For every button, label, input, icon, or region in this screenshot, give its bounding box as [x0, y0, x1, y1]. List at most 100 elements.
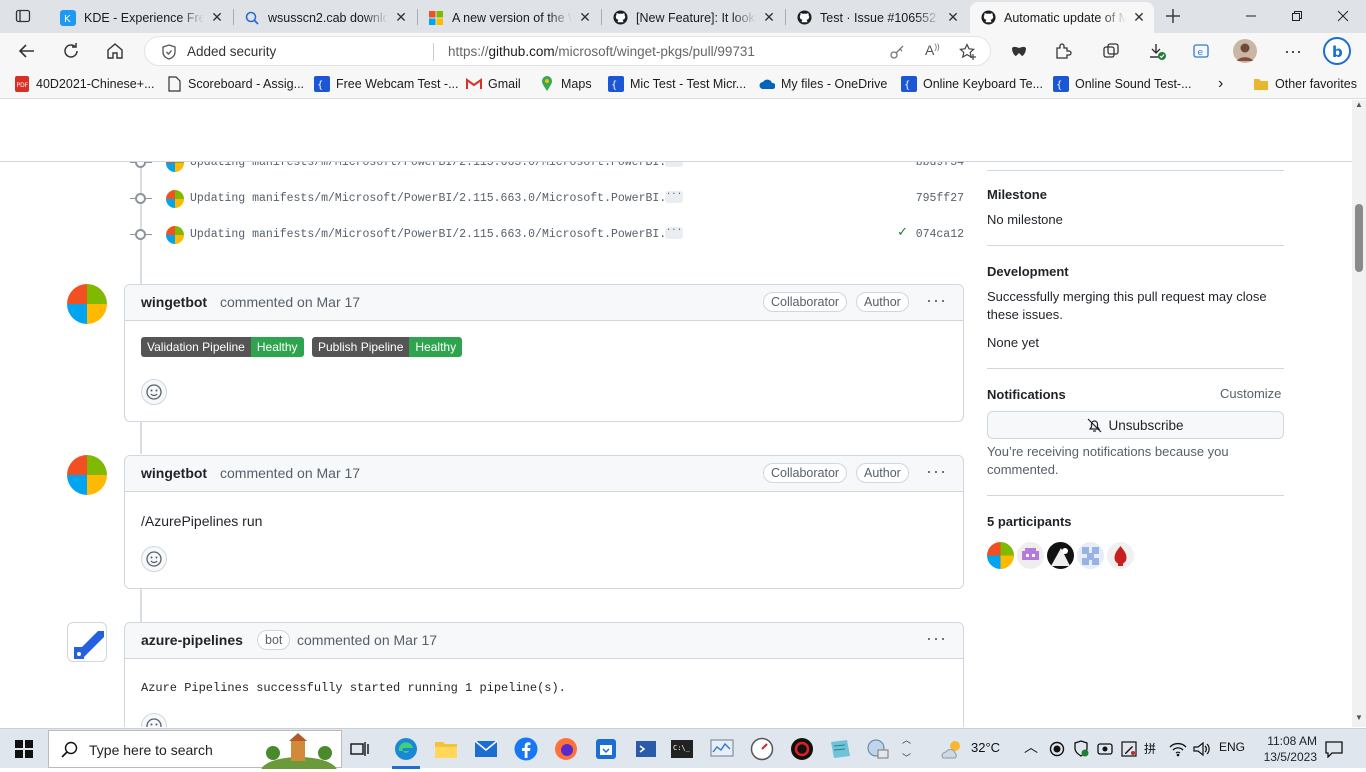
close-tab-icon[interactable]: ✕	[208, 9, 226, 26]
key-icon[interactable]	[889, 44, 905, 63]
bookmark-item[interactable]: My files - OneDrive	[759, 75, 887, 93]
security-label[interactable]: Added security	[187, 44, 276, 59]
wingetbot-avatar[interactable]	[67, 284, 107, 324]
downloads-icon[interactable]	[1142, 36, 1172, 66]
bookmark-item[interactable]: Gmail	[466, 75, 521, 93]
comment-author[interactable]: wingetbot	[141, 294, 207, 310]
participant-avatar[interactable]	[1077, 542, 1104, 569]
volume-icon[interactable]	[1193, 741, 1211, 760]
chevron-right-icon[interactable]: ›	[1218, 75, 1223, 93]
page-scrollbar[interactable]: ▲ ▼	[1352, 100, 1366, 727]
tab-windows-update[interactable]: A new version of the Windows Update ✕	[418, 2, 600, 33]
comment-timestamp[interactable]: commented on Mar 17	[297, 632, 437, 648]
notification-center-icon[interactable]	[1325, 740, 1343, 761]
bookmark-item[interactable]: {Online Keyboard Te...	[901, 75, 1043, 93]
comment-options-icon[interactable]: ···	[926, 629, 947, 647]
scroll-down-icon[interactable]: ▼	[1355, 713, 1363, 722]
back-icon[interactable]	[12, 36, 42, 66]
pen-settings-icon[interactable]	[1121, 741, 1137, 760]
comment-options-icon[interactable]: ···	[926, 291, 947, 309]
comment-author[interactable]: wingetbot	[141, 465, 207, 481]
bookmark-item[interactable]: PDF 40D2021-Chinese+...	[14, 75, 154, 93]
refresh-icon[interactable]	[56, 36, 86, 66]
new-tab-icon[interactable]	[1150, 0, 1196, 32]
add-reaction-icon[interactable]	[141, 713, 167, 727]
extension-mask-icon[interactable]	[1004, 36, 1034, 66]
store-app-icon[interactable]	[592, 735, 620, 763]
participant-avatar[interactable]	[1047, 542, 1074, 569]
close-tab-icon[interactable]: ✕	[760, 9, 778, 26]
publish-pipeline-badge[interactable]: Publish Pipeline Healthy	[312, 337, 463, 357]
azure-pipelines-avatar[interactable]	[67, 622, 107, 662]
restore-icon[interactable]	[1274, 0, 1320, 32]
terminal-icon[interactable]: C:\_	[668, 735, 696, 763]
wifi-icon[interactable]	[1169, 741, 1187, 760]
commit-sha[interactable]: 074ca12	[916, 228, 964, 241]
language-indicator[interactable]: ENG	[1219, 740, 1245, 754]
tab-actions-icon[interactable]	[0, 0, 46, 32]
wingetbot-avatar[interactable]	[67, 455, 107, 495]
windows-start-icon[interactable]	[10, 735, 38, 763]
comment-author[interactable]: azure-pipelines	[141, 632, 243, 648]
add-reaction-icon[interactable]	[141, 379, 167, 405]
customize-link[interactable]: Customize	[1220, 385, 1281, 403]
ime-icon[interactable]: 拼	[1144, 740, 1156, 757]
commit-expand-button[interactable]: ···	[665, 190, 683, 203]
powershell-icon[interactable]	[632, 735, 660, 763]
bookmark-item[interactable]: {Mic Test - Test Micr...	[608, 75, 746, 93]
edge-icon[interactable]	[392, 735, 420, 763]
close-tab-icon[interactable]: ✕	[1130, 9, 1148, 26]
taskbar-search[interactable]: Type here to search	[48, 730, 342, 772]
bookmark-item[interactable]: Scoreboard - Assig...	[166, 75, 304, 93]
collections-icon[interactable]	[1096, 36, 1126, 66]
commit-row[interactable]: Updating manifests/m/Microsoft/PowerBI/2…	[130, 189, 970, 209]
minimize-icon[interactable]	[1228, 0, 1274, 32]
record-icon[interactable]	[1049, 741, 1065, 760]
file-explorer-icon[interactable]	[432, 735, 460, 763]
bookmark-item[interactable]: {Online Sound Test-...	[1053, 75, 1192, 93]
shield-icon[interactable]	[161, 44, 177, 63]
chevron-up-icon[interactable]: ︿	[1024, 737, 1038, 757]
check-icon[interactable]: ✓	[897, 225, 908, 240]
network-tool-icon[interactable]	[864, 735, 892, 763]
close-tab-icon[interactable]: ✕	[944, 9, 962, 26]
tab-kde[interactable]: K KDE - Experience Freedom! ✕	[50, 2, 232, 33]
other-favorites[interactable]: Other favorites	[1253, 75, 1357, 93]
participant-avatar[interactable]	[1017, 542, 1044, 569]
task-view-icon[interactable]	[346, 735, 374, 763]
commit-message[interactable]: Updating manifests/m/Microsoft/PowerBI/2…	[190, 192, 680, 205]
clock-app-icon[interactable]	[748, 735, 776, 763]
unsubscribe-button[interactable]: Unsubscribe	[987, 411, 1284, 439]
add-reaction-icon[interactable]	[141, 546, 167, 572]
defender-shield-icon[interactable]	[1073, 740, 1089, 760]
close-tab-icon[interactable]: ✕	[576, 9, 594, 26]
firefox-icon[interactable]	[552, 735, 580, 763]
notes-app-icon[interactable]	[826, 735, 854, 763]
weather-temperature[interactable]: 32°C	[971, 740, 1000, 755]
weather-icon[interactable]	[938, 735, 966, 763]
comment-timestamp[interactable]: commented on Mar 17	[220, 465, 360, 481]
security-app-icon[interactable]	[788, 735, 816, 763]
clock[interactable]: 11:08 AM 13/5/2023	[1257, 733, 1317, 765]
extensions-icon[interactable]	[1048, 36, 1078, 66]
tab-new-feature[interactable]: [New Feature]: It looks like winget ✕	[602, 2, 784, 33]
commit-sha[interactable]: 795ff27	[916, 192, 964, 205]
home-icon[interactable]	[100, 36, 130, 66]
profile-avatar[interactable]	[1230, 36, 1260, 66]
close-window-icon[interactable]	[1320, 0, 1366, 32]
url-text[interactable]: https://github.com/microsoft/winget-pkgs…	[448, 44, 755, 59]
tab-automatic-update[interactable]: Automatic update of Microsoft ✕	[970, 2, 1154, 33]
commit-row[interactable]: Updating manifests/m/Microsoft/PowerBI/2…	[130, 225, 970, 245]
settings-more-icon[interactable]: ···	[1278, 36, 1308, 66]
bookmark-item[interactable]: {Free Webcam Test -...	[314, 75, 459, 93]
commit-expand-button[interactable]: ···	[665, 226, 683, 239]
participant-avatar[interactable]	[987, 542, 1014, 569]
tab-test-issue[interactable]: Test · Issue #106552 · microsoft ✕	[786, 2, 968, 33]
comment-options-icon[interactable]: ···	[926, 462, 947, 480]
close-tab-icon[interactable]: ✕	[392, 9, 410, 26]
bookmark-item[interactable]: Maps	[539, 75, 592, 93]
validation-pipeline-badge[interactable]: Validation Pipeline Healthy	[141, 337, 304, 357]
participant-avatar[interactable]	[1107, 542, 1134, 569]
facebook-icon[interactable]	[512, 735, 540, 763]
scroll-up-icon[interactable]: ▲	[1355, 100, 1363, 109]
